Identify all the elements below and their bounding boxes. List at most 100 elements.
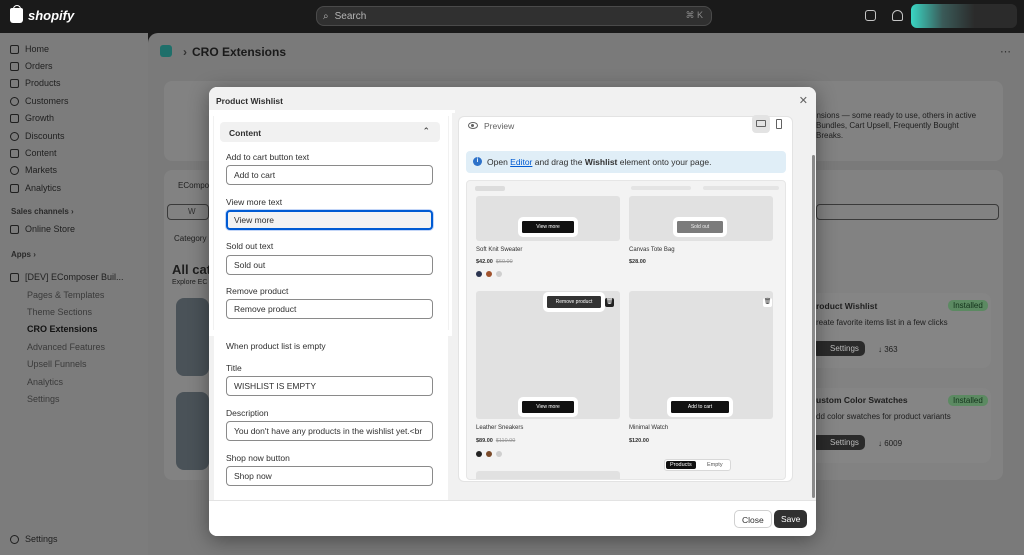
search-icon: ⌕	[323, 10, 329, 22]
swatch-grey[interactable]	[496, 271, 502, 277]
mobile-view-button[interactable]	[770, 115, 788, 133]
sidebar-sub-analytics[interactable]: Analytics	[27, 377, 63, 387]
search-placeholder: Search	[334, 10, 367, 22]
close-icon[interactable]: ✕	[799, 94, 808, 107]
empty-state-button[interactable]: Empty	[703, 461, 727, 469]
sidebar-item-analytics[interactable]: Analytics	[10, 183, 61, 193]
sidebar-item-discounts[interactable]: Discounts	[10, 131, 65, 141]
trash-icon[interactable]: 🗑	[763, 298, 772, 307]
sold-out-label: Sold out text	[226, 241, 274, 251]
wishlist-settings-button[interactable]: Settings	[812, 341, 865, 356]
home-icon	[10, 44, 19, 54]
sidebar-item-app[interactable]: [DEV] EComposer Buil...	[10, 272, 124, 282]
save-button[interactable]: Save	[774, 510, 808, 528]
products-state-button[interactable]: Products	[666, 461, 696, 469]
remove-product-button[interactable]: Remove product	[543, 292, 605, 312]
product-name: Soft Knit Sweater	[476, 247, 523, 253]
status-badge: Installed	[948, 395, 988, 406]
sidebar-sub-cro-extensions[interactable]: CRO Extensions	[27, 324, 98, 334]
product-image	[629, 291, 773, 419]
swatches-settings-button[interactable]: Settings	[812, 435, 865, 450]
banner-end-text: element onto your page.	[619, 157, 712, 167]
sidebar-sub-advanced-features[interactable]: Advanced Features	[27, 342, 105, 352]
swatch-brown[interactable]	[486, 271, 492, 277]
filter-search-input[interactable]: W	[167, 204, 209, 220]
product-wishlist-modal: Product Wishlist ✕ Content ⌃ Add to cart…	[209, 87, 816, 536]
price: $89.00	[476, 438, 493, 444]
growth-icon	[10, 113, 19, 123]
search-shortcut: ⌘ K	[685, 10, 703, 20]
more-actions-icon[interactable]: ⋯	[1000, 45, 1011, 58]
sidebar-item-settings[interactable]: Settings	[10, 534, 58, 544]
product-image	[476, 196, 620, 241]
view-more-button[interactable]: View more	[518, 397, 578, 417]
install-count: 6009	[884, 439, 903, 448]
view-more-button[interactable]: View more	[518, 217, 578, 237]
sidebar-item-markets[interactable]: Markets	[10, 165, 57, 175]
sold-out-input[interactable]	[226, 255, 433, 275]
swatch-black[interactable]	[476, 451, 482, 457]
sidebar-item-label: Analytics	[25, 183, 62, 193]
top-bar: shopify ⌕ Search ⌘ K	[0, 0, 1024, 33]
shopify-logo[interactable]: shopify	[10, 5, 74, 23]
sidebar-item-label: Growth	[25, 113, 55, 123]
apps-heading[interactable]: Apps ›	[11, 250, 36, 259]
product-image	[476, 471, 620, 479]
filter-search-input-right[interactable]	[816, 204, 999, 220]
sidebar-item-home[interactable]: Home	[10, 44, 49, 54]
sidebar-sub-theme-sections[interactable]: Theme Sections	[27, 307, 92, 317]
swatch-grey[interactable]	[496, 451, 502, 457]
desktop-view-button[interactable]	[752, 115, 770, 133]
swatches-card-desc: dd color swatches for product variants	[816, 412, 951, 421]
title-input[interactable]	[226, 376, 433, 396]
mock-logo	[475, 186, 505, 191]
bell-icon[interactable]	[892, 10, 903, 21]
app-icon	[10, 272, 19, 282]
remove-product-input[interactable]	[226, 299, 433, 319]
mock-nav	[631, 186, 691, 190]
view-more-input[interactable]	[226, 210, 433, 230]
trash-icon[interactable]: 🗑	[605, 298, 614, 307]
status-badge: Installed	[948, 300, 988, 311]
view-more-label: View more text	[226, 197, 283, 207]
sidebar-item-content[interactable]: Content	[10, 148, 57, 158]
sidebar-item-growth[interactable]: Growth	[10, 113, 54, 123]
sidebar-sub-upsell-funnels[interactable]: Upsell Funnels	[27, 359, 87, 369]
wishlist-mockup: View more Soft Knit Sweater $42.00 $60.00…	[466, 180, 786, 480]
sidebar-item-online-store[interactable]: Online Store	[10, 224, 75, 234]
modal-footer	[209, 500, 816, 536]
modal-title: Product Wishlist	[216, 96, 283, 106]
sidebar-item-label: Home	[25, 44, 50, 54]
page-title: › CRO Extensions	[183, 45, 286, 59]
store-icon[interactable]	[865, 10, 876, 21]
analytics-icon	[10, 183, 19, 193]
extension-thumbnail	[176, 392, 209, 470]
preview-scrollbar[interactable]	[812, 155, 815, 498]
eye-icon	[468, 122, 478, 129]
sales-channels-heading[interactable]: Sales channels ›	[11, 207, 74, 216]
search-input[interactable]: ⌕ Search ⌘ K	[316, 6, 712, 26]
sidebar-item-products[interactable]: Products	[10, 78, 61, 88]
sidebar-item-orders[interactable]: Orders	[10, 61, 53, 71]
breadcrumb-separator: ›	[183, 45, 187, 59]
swatch-navy[interactable]	[476, 271, 482, 277]
product-price: $42.00 $60.00	[476, 259, 513, 265]
swatch-brown[interactable]	[486, 451, 492, 457]
sidebar-item-label: Markets	[25, 165, 58, 175]
category-filter[interactable]: Category	[174, 234, 206, 243]
close-button[interactable]: Close	[734, 510, 772, 528]
sidebar-sub-settings[interactable]: Settings	[27, 394, 60, 404]
content-section-toggle[interactable]: Content ⌃	[220, 122, 440, 142]
account-avatar[interactable]	[911, 4, 1017, 28]
sidebar-sub-pages-templates[interactable]: Pages & Templates	[27, 290, 104, 300]
shop-now-input[interactable]	[226, 466, 433, 486]
add-to-cart-button[interactable]: Add to cart	[667, 397, 733, 417]
editor-link[interactable]: Editor	[510, 157, 532, 167]
online-store-icon	[10, 224, 19, 234]
wishlist-card-desc: reate favorite items list in a few click…	[816, 318, 948, 327]
add-to-cart-label: Add to cart button text	[226, 152, 310, 162]
sidebar-item-label: Discounts	[25, 131, 65, 141]
add-to-cart-input[interactable]	[226, 165, 433, 185]
sidebar-item-customers[interactable]: Customers	[10, 96, 69, 106]
description-input[interactable]	[226, 421, 433, 441]
